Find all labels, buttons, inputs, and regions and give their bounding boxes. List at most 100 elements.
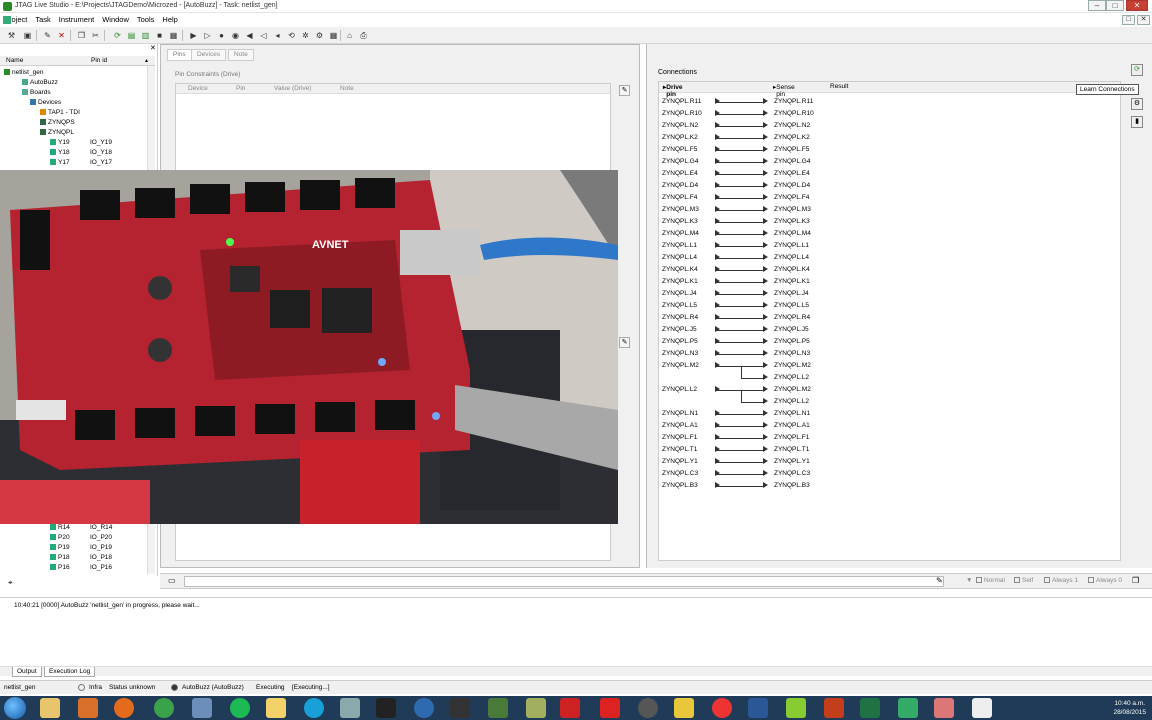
step-icon[interactable]: ▷ [202, 30, 213, 41]
acrobat-icon[interactable] [560, 698, 580, 718]
explorer-icon[interactable] [40, 698, 60, 718]
menu-window[interactable]: Window [98, 13, 133, 24]
app-icon[interactable] [674, 698, 694, 718]
copy-icon[interactable]: ❐ [1132, 576, 1139, 585]
edit-icon[interactable]: ✎ [619, 85, 630, 96]
connection-row[interactable]: ZYNQPL.R10 ZYNQPL.R10 [659, 108, 959, 120]
delete-icon[interactable]: ✕ [56, 30, 67, 41]
connection-row[interactable]: ZYNQPL.M2 ZYNQPL.M2 [659, 360, 959, 372]
tree-item-pin[interactable]: P16 IO_P16 [50, 563, 146, 573]
filter-always0[interactable]: Always 0 [1088, 577, 1122, 584]
tree-item-zynqps[interactable]: ZYNQPS [40, 118, 75, 128]
tree-header-pin[interactable]: Pin id [91, 57, 107, 64]
app-icon[interactable] [526, 698, 546, 718]
skype-icon[interactable] [304, 698, 324, 718]
back-icon[interactable]: ◂ [272, 30, 283, 41]
chrome-icon[interactable] [154, 698, 174, 718]
edit-icon[interactable]: ✎ [936, 576, 943, 585]
prev-icon[interactable]: ◁ [258, 30, 269, 41]
connection-row[interactable]: ZYNQPL.L5 ZYNQPL.L5 [659, 300, 959, 312]
menu-help[interactable]: Help [158, 13, 181, 24]
word-icon[interactable] [748, 698, 768, 718]
breakpoint-icon[interactable]: ● [216, 30, 227, 41]
tab-devices[interactable]: Devices [191, 49, 227, 61]
app-icon[interactable] [192, 698, 212, 718]
connection-row[interactable]: ZYNQPL.N1 ZYNQPL.N1 [659, 408, 959, 420]
print-icon[interactable]: ⎙ [358, 30, 369, 41]
connection-row[interactable]: ZYNQPL.N2 ZYNQPL.N2 [659, 120, 959, 132]
terminal-icon[interactable] [376, 698, 396, 718]
tree-item-netlist-gen[interactable]: netlist_gen [4, 68, 43, 78]
app-icon[interactable] [600, 698, 620, 718]
connection-row[interactable]: ZYNQPL.F1 ZYNQPL.F1 [659, 432, 959, 444]
chip-icon[interactable]: ▥ [140, 30, 151, 41]
connection-row[interactable]: ZYNQPL.T1 ZYNQPL.T1 [659, 444, 959, 456]
settings-icon[interactable]: ⚙ [1131, 98, 1143, 110]
tree-item-zynqpl[interactable]: ZYNQPL [40, 128, 74, 138]
connection-row[interactable]: ZYNQPL.L4 ZYNQPL.L4 [659, 252, 959, 264]
tool-icon[interactable]: ⚙ [314, 30, 325, 41]
firefox-icon[interactable] [114, 698, 134, 718]
tab-output[interactable]: Output [12, 667, 42, 677]
connection-row[interactable]: ZYNQPL.K3 ZYNQPL.K3 [659, 216, 959, 228]
header-sort-icon[interactable]: ▴ [145, 57, 148, 64]
system-clock[interactable]: 10:40 a.m. 28/08/2015 [1113, 699, 1146, 717]
cut-icon[interactable]: ✂ [90, 30, 101, 41]
tree-item-autobuzz[interactable]: AutoBuzz [22, 78, 58, 88]
connection-row[interactable]: ZYNQPL.P5 ZYNQPL.P5 [659, 336, 959, 348]
filter-icon[interactable]: ▼ [966, 577, 972, 584]
connection-row[interactable]: ZYNQPL.B3 ZYNQPL.B3 [659, 480, 959, 492]
outlook-icon[interactable] [78, 698, 98, 718]
connection-row[interactable]: ZYNQPL.G4 ZYNQPL.G4 [659, 156, 959, 168]
powerpoint-icon[interactable] [824, 698, 844, 718]
rewind-icon[interactable]: ◀ [244, 30, 255, 41]
maximize-button[interactable]: □ [1106, 0, 1124, 11]
connection-row[interactable]: ZYNQPL.L2 [659, 366, 959, 384]
jtag-icon[interactable] [488, 698, 508, 718]
connection-row[interactable]: ZYNQPL.L2 ZYNQPL.M2 [659, 384, 959, 396]
mdi-close-button[interactable]: ✕ [1137, 15, 1150, 25]
console-icon[interactable] [450, 698, 470, 718]
tree-item-pin[interactable]: Y18 IO_Y18 [50, 148, 146, 158]
connection-row[interactable]: ZYNQPL.F4 ZYNQPL.F4 [659, 192, 959, 204]
connection-row[interactable]: ZYNQPL.K2 ZYNQPL.K2 [659, 132, 959, 144]
tree-item-devices[interactable]: Devices [30, 98, 61, 108]
itunes-icon[interactable] [712, 698, 732, 718]
tree-item-pin[interactable]: P20 IO_P20 [50, 533, 146, 543]
tree-header-name[interactable]: Name [6, 57, 23, 64]
minimize-button[interactable]: – [1088, 0, 1106, 11]
grid-icon[interactable]: ▦ [328, 30, 339, 41]
close-button[interactable]: ✕ [1126, 0, 1148, 11]
stop-icon[interactable]: ■ [154, 30, 165, 41]
connection-row[interactable]: ZYNQPL.J4 ZYNQPL.J4 [659, 288, 959, 300]
learn-connections-icon[interactable]: ⟳ [1131, 64, 1143, 76]
app-icon[interactable] [638, 698, 658, 718]
tree-item-pin[interactable]: Y17 IO_Y17 [50, 158, 146, 168]
connection-row[interactable]: ZYNQPL.F5 ZYNQPL.F5 [659, 144, 959, 156]
pause-icon[interactable]: ◉ [230, 30, 241, 41]
mdi-restore-button[interactable]: □ [1122, 15, 1135, 25]
connection-row[interactable]: ZYNQPL.M3 ZYNQPL.M3 [659, 204, 959, 216]
connection-row[interactable]: ZYNQPL.L2 [659, 390, 959, 408]
settings-icon[interactable]: ✲ [300, 30, 311, 41]
filter-always1[interactable]: Always 1 [1044, 577, 1078, 584]
app-icon[interactable] [972, 698, 992, 718]
filter-normal[interactable]: Normal [976, 577, 1005, 584]
col-pin[interactable]: Pin [236, 85, 245, 92]
col-value-drive[interactable]: Value (Drive) [274, 85, 311, 92]
app-icon[interactable] [934, 698, 954, 718]
cube-icon[interactable] [340, 698, 360, 718]
record-icon[interactable]: ▦ [168, 30, 179, 41]
connection-row[interactable]: ZYNQPL.A1 ZYNQPL.A1 [659, 420, 959, 432]
spotify-icon[interactable] [230, 698, 250, 718]
locate-icon[interactable]: ⌖ [8, 578, 13, 588]
col-drive-pin[interactable]: ▸ Drive pin [663, 83, 683, 98]
tree-item-pin[interactable]: P18 IO_P18 [50, 553, 146, 563]
tree-item-pin[interactable]: P19 IO_P19 [50, 543, 146, 553]
connection-row[interactable]: ZYNQPL.K1 ZYNQPL.K1 [659, 276, 959, 288]
connection-row[interactable]: ZYNQPL.R4 ZYNQPL.R4 [659, 312, 959, 324]
lock-icon[interactable]: ⌂ [344, 30, 355, 41]
connection-row[interactable]: ZYNQPL.Y1 ZYNQPL.Y1 [659, 456, 959, 468]
col-sense-pin[interactable]: ▸ Sense pin [773, 83, 795, 98]
app-icon[interactable] [786, 698, 806, 718]
